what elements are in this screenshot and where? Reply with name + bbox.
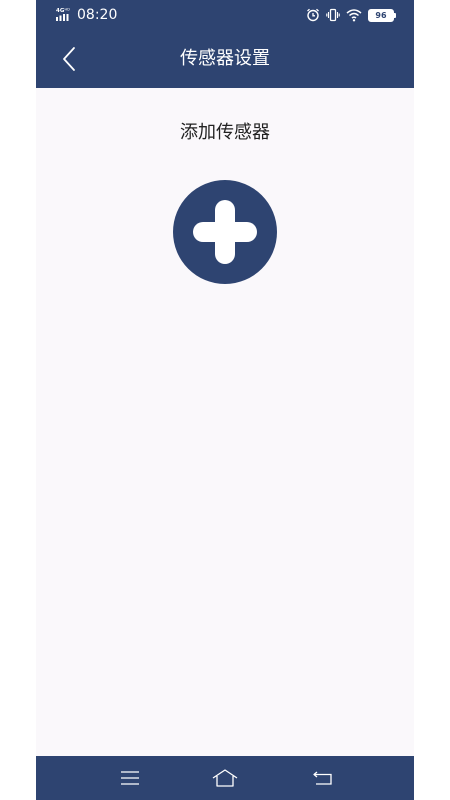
app-header: 传感器设置 bbox=[36, 30, 414, 88]
nav-home-button[interactable] bbox=[205, 763, 245, 793]
menu-icon bbox=[121, 771, 139, 785]
plus-icon bbox=[193, 200, 257, 264]
status-icons: 96 bbox=[306, 6, 396, 24]
nav-menu-button[interactable] bbox=[110, 763, 150, 793]
page-title: 传感器设置 bbox=[180, 48, 270, 69]
status-bar: 4G HD 08:20 96 bbox=[36, 0, 414, 30]
wifi-icon bbox=[346, 8, 362, 22]
svg-text:4G: 4G bbox=[56, 8, 65, 14]
home-icon bbox=[212, 769, 238, 787]
add-sensor-label: 添加传感器 bbox=[180, 122, 270, 143]
system-nav-bar bbox=[36, 756, 414, 800]
battery-icon: 96 bbox=[368, 8, 396, 22]
vibrate-icon bbox=[326, 8, 340, 22]
add-sensor-button[interactable] bbox=[173, 180, 277, 284]
nav-back-button[interactable] bbox=[303, 763, 343, 793]
signal-icon: 4G HD bbox=[56, 8, 71, 21]
app-screen: 4G HD 08:20 96 传感器设置 添加传感器 bbox=[36, 0, 414, 800]
back-arrow-icon bbox=[313, 771, 332, 785]
alarm-icon bbox=[306, 8, 320, 22]
svg-text:HD: HD bbox=[65, 8, 71, 12]
status-time: 08:20 bbox=[77, 7, 118, 23]
